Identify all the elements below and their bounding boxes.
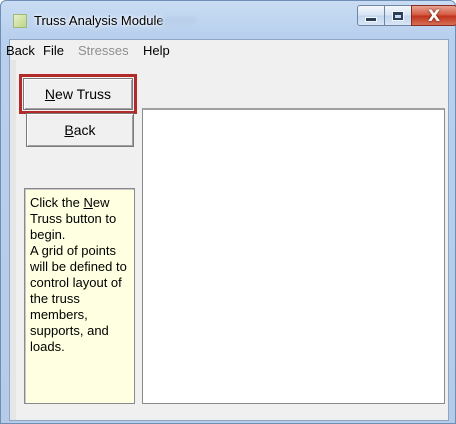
- minimize-button[interactable]: [357, 5, 385, 26]
- window-title: Truss Analysis Module: [34, 13, 164, 28]
- back-button[interactable]: Back: [26, 113, 134, 147]
- menu-back[interactable]: Back: [6, 43, 35, 58]
- client-area: Back File Stresses Help New Truss Back C…: [6, 39, 449, 421]
- title-blur-glow: [161, 17, 197, 25]
- menu-stresses[interactable]: Stresses: [78, 43, 129, 58]
- app-icon: [13, 14, 27, 28]
- new-truss-button[interactable]: New Truss: [23, 78, 133, 110]
- instruction-line1: Click the New Truss button to begin.: [30, 195, 130, 243]
- menu-bar: Back File Stresses Help: [6, 40, 448, 60]
- truss-canvas[interactable]: [142, 108, 445, 404]
- close-button[interactable]: X: [411, 5, 456, 26]
- new-truss-label: ew Truss: [55, 86, 112, 102]
- title-bar[interactable]: Truss Analysis Module X: [1, 1, 456, 39]
- instruction-prefix: Click the: [30, 195, 84, 210]
- instruction-accel: N: [83, 195, 93, 210]
- left-panel-shade: [10, 60, 16, 420]
- instruction-panel: Click the New Truss button to begin. A g…: [24, 188, 135, 404]
- minimize-icon: [365, 17, 377, 22]
- close-icon: X: [427, 5, 441, 25]
- menu-file[interactable]: File: [43, 43, 64, 58]
- instruction-body: A grid of points will be defined to cont…: [30, 243, 127, 354]
- maximize-button[interactable]: [384, 5, 412, 26]
- menu-help[interactable]: Help: [143, 43, 170, 58]
- maximize-icon: [392, 10, 404, 21]
- back-label: ack: [73, 122, 96, 138]
- new-truss-accel: N: [44, 86, 56, 102]
- back-accel: B: [64, 122, 74, 138]
- app-window: Truss Analysis Module X Back File Stress…: [0, 0, 456, 424]
